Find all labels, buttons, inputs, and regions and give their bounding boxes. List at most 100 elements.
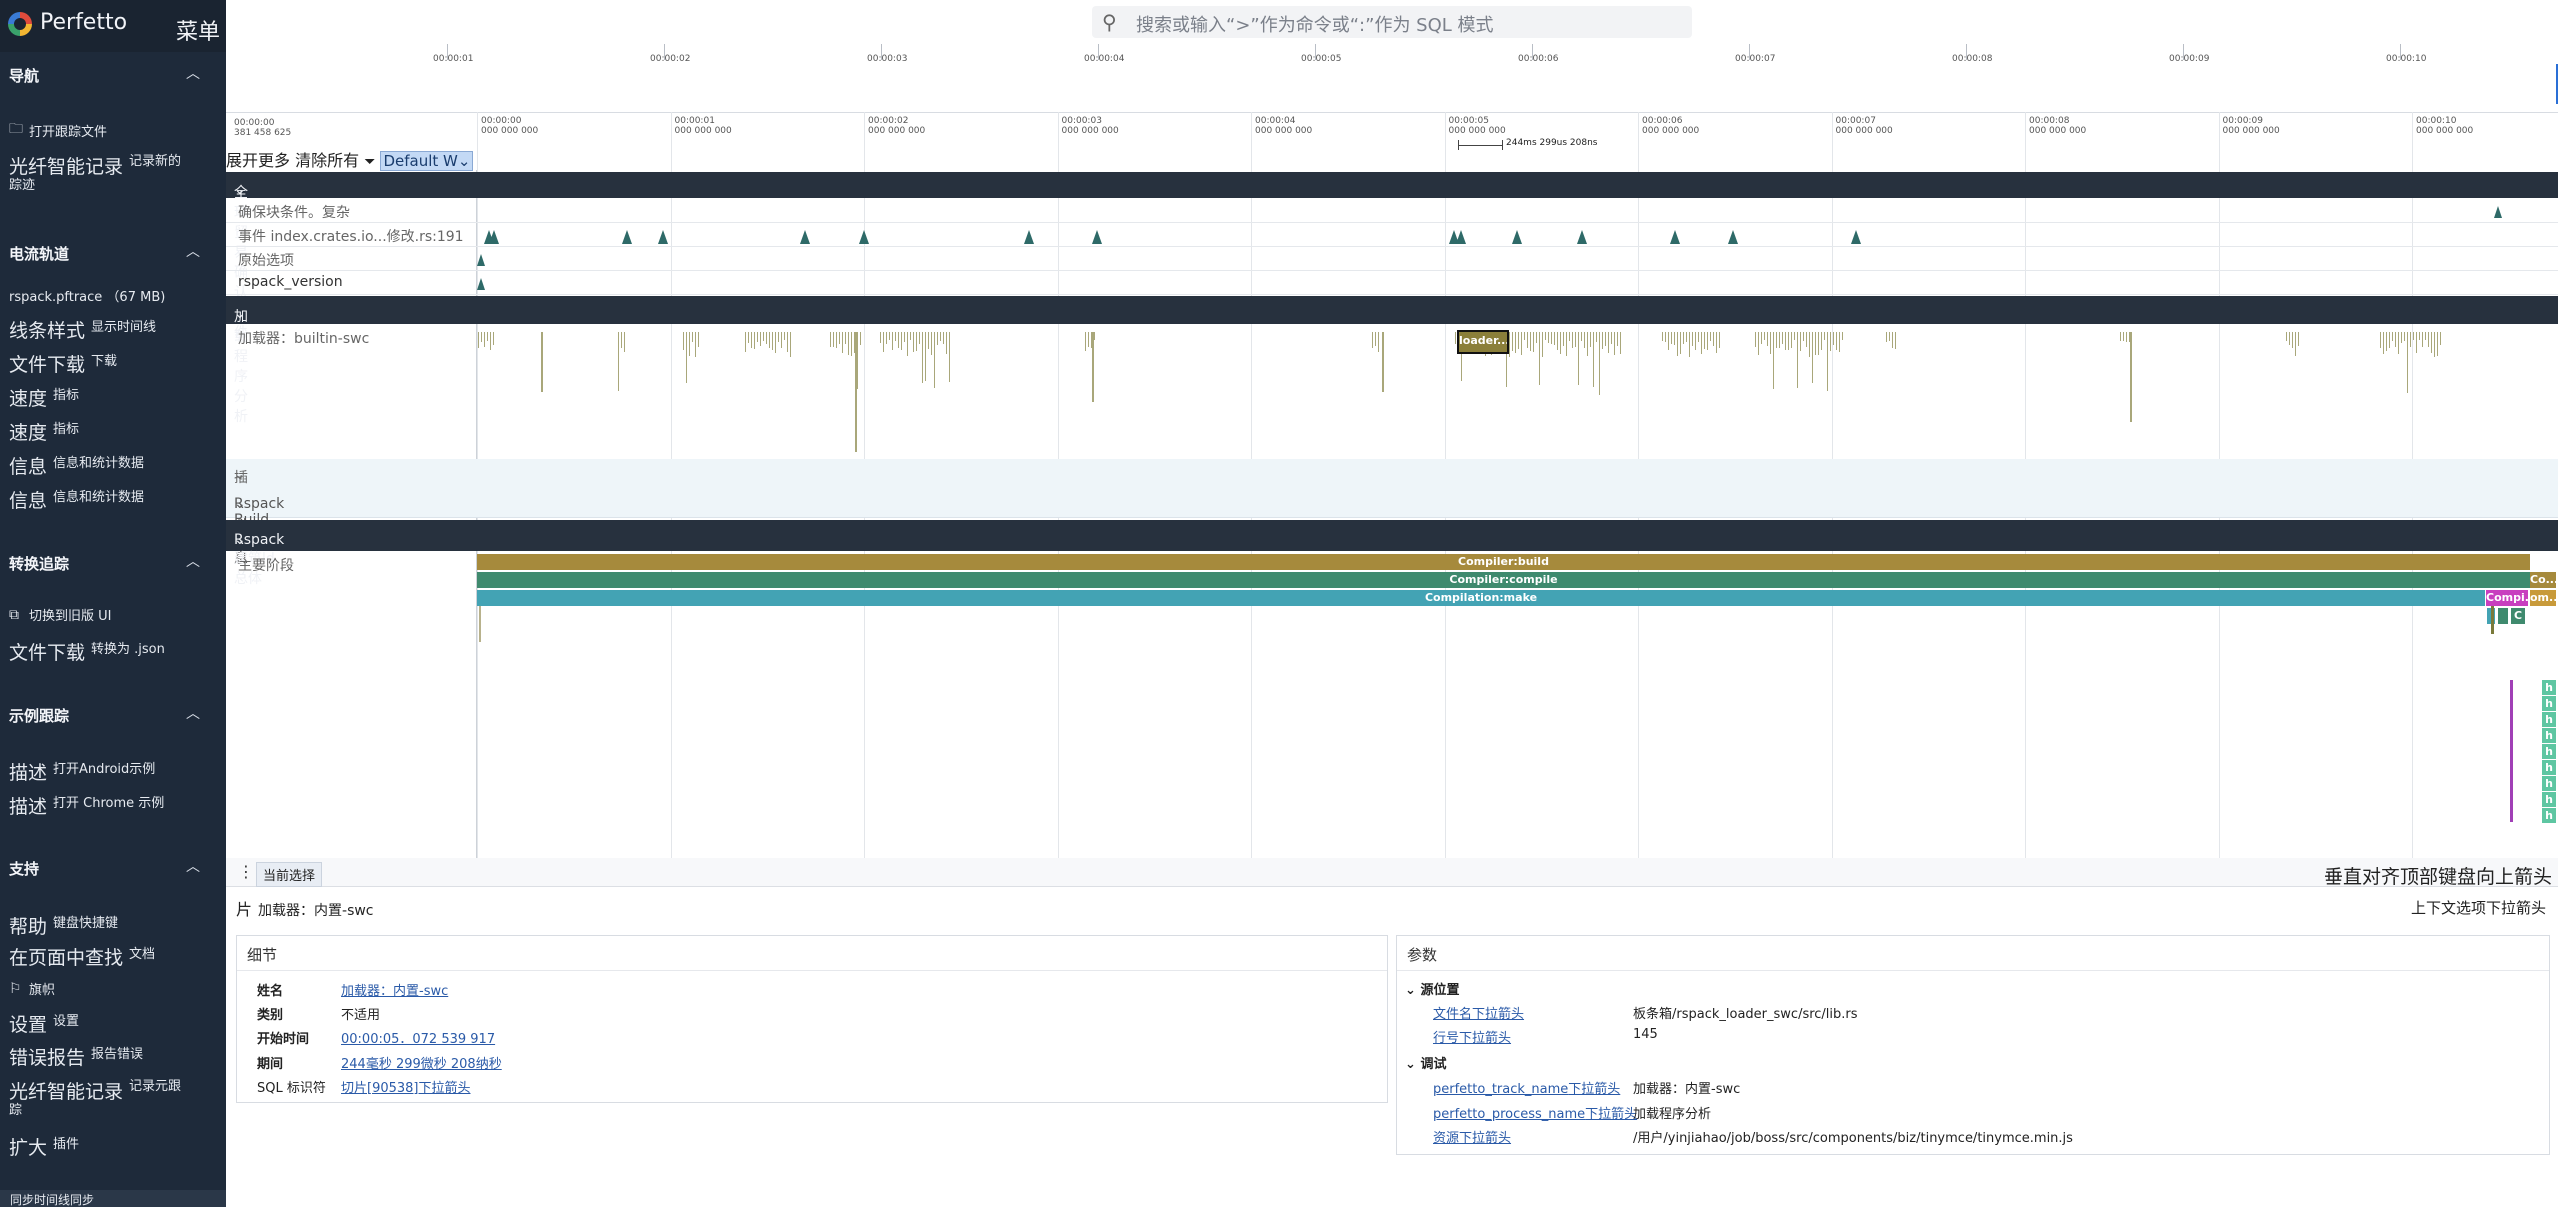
loader-slice-tick[interactable] <box>842 332 843 353</box>
slice-h[interactable]: h <box>2542 776 2556 791</box>
loader-slice-tick[interactable] <box>1578 332 1579 385</box>
loader-slice-tick[interactable] <box>772 332 773 350</box>
loader-slice-tick[interactable] <box>880 332 881 343</box>
loader-slice-tick[interactable] <box>2395 332 2396 347</box>
loader-slice-tick[interactable] <box>901 332 902 350</box>
loader-slice-tick[interactable] <box>695 332 696 357</box>
sidebar-item-convert-json[interactable]: 文件下载 转换为 .json <box>9 638 219 665</box>
loader-slice-tick[interactable] <box>1761 332 1762 344</box>
loader-slice-tick[interactable] <box>1596 332 1597 342</box>
loader-slice-tick[interactable] <box>745 332 746 352</box>
panel-align-top-button[interactable]: 垂直对齐顶部键盘向上箭头 <box>2324 862 2552 889</box>
loader-slice-tick[interactable] <box>1683 332 1684 344</box>
sidebar-item-legacy-ui[interactable]: ⧉ 切换到旧版 UI <box>9 604 219 625</box>
loader-slice-tick[interactable] <box>1614 332 1615 355</box>
loader-slice-tick[interactable] <box>1701 332 1702 354</box>
slice-h[interactable]: h <box>2542 728 2556 743</box>
expand-clear-actions[interactable]: 展开更多 清除所有 <box>226 151 359 170</box>
args-section-debug[interactable]: ⌄ 调试 <box>1405 1053 1446 1072</box>
loader-slice-tick[interactable] <box>2120 332 2121 341</box>
sidebar-item-download[interactable]: 文件下载 下载 <box>9 350 219 377</box>
loader-slice-tick[interactable] <box>934 332 935 388</box>
event-marker[interactable] <box>1092 230 1102 244</box>
detail-name-link[interactable]: 加载器：内置-swc <box>341 980 448 999</box>
loader-slice-tick[interactable] <box>778 332 779 342</box>
loader-slice-tick[interactable] <box>1842 332 1843 340</box>
loader-slice-tick[interactable] <box>1686 332 1687 342</box>
loader-slice-tick[interactable] <box>855 332 857 452</box>
event-marker[interactable] <box>800 230 810 244</box>
loader-slice-tick[interactable] <box>1710 332 1711 341</box>
args-section-source[interactable]: ⌄ 源位置 <box>1405 979 1459 998</box>
loader-slice-tick[interactable] <box>1524 332 1525 340</box>
loader-slice-tick[interactable] <box>754 332 755 349</box>
loader-slice-tick[interactable] <box>618 332 619 391</box>
sidebar-item-android-example[interactable]: 描述 打开Android示例 <box>9 758 219 785</box>
loader-slice-tick[interactable] <box>1818 332 1819 355</box>
loader-slice-tick[interactable] <box>1770 332 1771 354</box>
loader-slice-tick[interactable] <box>1599 332 1600 395</box>
loader-slice-tick[interactable] <box>689 332 690 356</box>
loader-slice-tick[interactable] <box>1692 332 1693 346</box>
loader-slice-tick[interactable] <box>2422 332 2423 347</box>
track-row[interactable]: 事件 index.crates.io...修改.rs:191 <box>226 222 2558 247</box>
sidebar-item-report-bug[interactable]: 错误报告 报告错误 <box>9 1043 219 1070</box>
loader-slice-tick[interactable] <box>1767 332 1768 346</box>
loader-slice-tick[interactable] <box>1605 332 1606 346</box>
loader-slice-tick[interactable] <box>1806 332 1807 347</box>
sidebar-item-metrics-2[interactable]: 速度 指标 <box>9 418 219 445</box>
track-row[interactable]: 原始选项 <box>226 246 2558 271</box>
chevron-up-icon[interactable]: ︿ <box>186 856 200 875</box>
loader-slice-tick[interactable] <box>1611 332 1612 344</box>
arg-resource[interactable]: 资源下拉箭头 <box>1433 1127 1511 1146</box>
slice-compiler-compile[interactable]: Compiler:compile <box>477 572 2530 588</box>
loader-slice-tick[interactable] <box>904 332 905 342</box>
loader-slice-tick[interactable] <box>848 332 849 355</box>
loader-slice-tick[interactable] <box>1824 332 1825 340</box>
loader-slice-tick[interactable] <box>2380 332 2381 348</box>
loader-slice-tick[interactable] <box>1382 332 1384 392</box>
loader-slice-tick[interactable] <box>686 332 687 383</box>
loader-slice-tick[interactable] <box>1566 332 1567 356</box>
loader-slice-tick[interactable] <box>1088 332 1089 347</box>
loader-slice-tick[interactable] <box>1542 332 1543 357</box>
loader-slice-tick[interactable] <box>1758 332 1759 355</box>
sidebar-item-record-trace[interactable]: 光纤智能记录 记录新的 踪迹 <box>9 152 219 193</box>
loader-slice-tick[interactable] <box>1889 332 1890 341</box>
loader-slice-tick[interactable] <box>1886 332 1887 342</box>
loader-slice-tick[interactable] <box>1548 332 1549 343</box>
slice-h[interactable]: h <box>2542 760 2556 775</box>
loader-slice-tick[interactable] <box>860 332 861 345</box>
loader-slice-tick[interactable] <box>1812 332 1813 383</box>
loader-slice-tick[interactable] <box>943 332 944 344</box>
loader-slice-tick[interactable] <box>1602 332 1603 349</box>
loader-slice-tick[interactable] <box>760 332 761 346</box>
loader-slice-tick[interactable] <box>1698 332 1699 342</box>
loader-slice-tick[interactable] <box>1593 332 1594 387</box>
sidebar-item-keyboard-shortcuts[interactable]: 帮助 键盘快捷键 <box>9 912 219 939</box>
slice-h[interactable]: h <box>2542 808 2556 823</box>
loader-slice-tick[interactable] <box>1707 332 1708 350</box>
loader-slice-tick[interactable] <box>775 332 776 353</box>
loader-slice-tick[interactable] <box>898 332 899 348</box>
loader-slice-tick[interactable] <box>1803 332 1804 341</box>
slice-c[interactable]: C <box>2511 608 2525 624</box>
loader-slice-tick[interactable] <box>2398 332 2399 354</box>
loader-slice-tick[interactable] <box>2383 332 2384 354</box>
loader-slice-tick[interactable] <box>1533 332 1534 352</box>
loader-slice-tick[interactable] <box>1668 332 1669 350</box>
sidebar-item-metrics[interactable]: 速度 指标 <box>9 384 219 411</box>
workspace-select[interactable]: Default W⌄ <box>380 151 474 171</box>
detail-duration-link[interactable]: 244毫秒 299微秒 208纳秒 <box>341 1053 502 1072</box>
loader-slice-tick[interactable] <box>1569 332 1570 341</box>
arg-file-name[interactable]: 文件名下拉箭头 <box>1433 1003 1524 1022</box>
track-row[interactable]: 确保块条件。复杂 <box>226 198 2558 223</box>
overview-timeline[interactable]: 00:00:01 00:00:02 00:00:03 00:00:04 00:00:05… <box>226 44 2558 113</box>
arg-track-name[interactable]: perfetto_track_name下拉箭头 <box>1433 1078 1620 1097</box>
loader-slice-tick[interactable] <box>1892 332 1893 348</box>
section-title-current-trace[interactable]: 电流轨道 <box>9 243 69 264</box>
loader-slice-tick[interactable] <box>1617 332 1618 346</box>
loader-slice-tick[interactable] <box>2440 332 2441 345</box>
loader-slice-tick[interactable] <box>1608 332 1609 353</box>
loader-slice-tick[interactable] <box>493 332 494 345</box>
